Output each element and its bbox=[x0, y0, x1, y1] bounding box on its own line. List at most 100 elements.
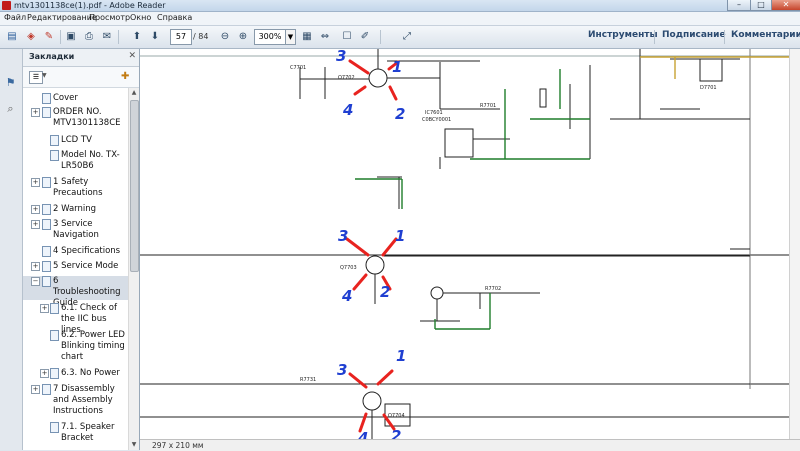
navigation-rail: ⚑ ⌕ bbox=[0, 49, 23, 450]
part-label: R7731 bbox=[300, 377, 316, 383]
bookmark-item[interactable]: 7.1. Speaker Bracket bbox=[23, 422, 129, 446]
tools-pane-button[interactable]: Инструменты bbox=[588, 30, 658, 40]
menu-view[interactable]: Просмотр bbox=[89, 13, 130, 22]
bookmark-page-icon bbox=[42, 107, 51, 118]
bookmarks-icon[interactable]: ⚑ bbox=[4, 76, 17, 90]
zoom-in-icon[interactable]: ⊕ bbox=[236, 29, 250, 44]
separator bbox=[380, 30, 381, 44]
maximize-button[interactable]: □ bbox=[750, 0, 772, 11]
expand-icon[interactable]: + bbox=[31, 108, 40, 117]
prev-page-icon[interactable]: ⬆ bbox=[130, 29, 144, 44]
bookmark-item[interactable]: + 1 Safety Precautions bbox=[23, 177, 129, 201]
bookmark-page-icon bbox=[50, 150, 59, 161]
bookmark-page-icon bbox=[50, 303, 59, 314]
window-title: mtv1301138ce(1).pdf - Adobe Reader bbox=[14, 1, 166, 10]
expand-icon[interactable]: + bbox=[31, 262, 40, 271]
comment-icon[interactable]: ☐ bbox=[340, 29, 354, 44]
pin-label-3: 3 bbox=[337, 361, 347, 379]
pin-label-1: 1 bbox=[395, 227, 405, 245]
bookmark-item-selected[interactable]: − 6 Troubleshooting Guide bbox=[23, 276, 129, 308]
attachments-icon[interactable]: ⌕ bbox=[4, 102, 17, 116]
bookmark-item[interactable]: Cover bbox=[23, 93, 129, 105]
document-view[interactable]: 3 1 4 2 3 1 4 2 3 1 4 2 IC7601 C0BCY0001… bbox=[140, 49, 800, 439]
new-bookmark-icon[interactable]: ✚ bbox=[121, 71, 129, 82]
expand-icon[interactable]: + bbox=[40, 369, 49, 378]
expand-icon[interactable]: ⤢ bbox=[400, 29, 414, 44]
sign-pane-button[interactable]: Подписание bbox=[662, 30, 726, 40]
part-label: C7701 bbox=[290, 65, 306, 71]
pin-label-1: 1 bbox=[392, 58, 402, 76]
bookmark-item[interactable]: + 3 Service Navigation bbox=[23, 219, 129, 243]
page-number-input[interactable]: 57 bbox=[170, 29, 192, 45]
bookmark-item[interactable]: 6.2. Power LED Blinking timing chart bbox=[23, 330, 129, 366]
bookmark-item[interactable]: + 5 Service Mode bbox=[23, 261, 129, 273]
bookmark-item[interactable]: + 6.1. Check of the IIC bus lines bbox=[23, 303, 129, 335]
bookmarks-header: Закладки ✕ bbox=[23, 49, 139, 67]
comments-pane-button[interactable]: Комментарии bbox=[731, 30, 800, 40]
separator bbox=[654, 30, 655, 44]
email-icon[interactable]: ✉ bbox=[100, 29, 114, 44]
collapse-icon[interactable]: − bbox=[31, 277, 40, 286]
zoom-dropdown-icon[interactable]: ▼ bbox=[285, 29, 296, 45]
options-menu-icon[interactable]: ☰ bbox=[29, 71, 43, 84]
open-icon[interactable]: ▤ bbox=[5, 29, 19, 44]
menu-window[interactable]: Окно bbox=[130, 13, 151, 22]
bookmarks-scrollbar[interactable]: ▲ ▼ bbox=[128, 88, 139, 450]
minimize-button[interactable]: – bbox=[727, 0, 751, 11]
bookmark-item[interactable]: 4 Specifications bbox=[23, 246, 129, 258]
bookmark-page-icon bbox=[42, 93, 51, 104]
menu-file[interactable]: Файл bbox=[4, 13, 26, 22]
zoom-out-icon[interactable]: ⊖ bbox=[218, 29, 232, 44]
bookmark-item[interactable]: + 2 Warning bbox=[23, 204, 129, 216]
menu-help[interactable]: Справка bbox=[157, 13, 192, 22]
separator bbox=[60, 30, 61, 44]
bookmark-page-icon bbox=[42, 276, 51, 287]
part-label: IC7601 bbox=[425, 110, 443, 116]
expand-icon[interactable]: + bbox=[31, 178, 40, 187]
expand-icon[interactable]: + bbox=[31, 205, 40, 214]
bookmark-item[interactable]: + 7 Disassembly and Assembly Instruction… bbox=[23, 384, 129, 420]
expand-icon[interactable]: + bbox=[40, 304, 49, 313]
document-scrollbar[interactable] bbox=[789, 49, 800, 439]
pin-label-4: 4 bbox=[342, 101, 353, 119]
menu-edit[interactable]: Редактирование bbox=[27, 13, 97, 22]
menu-bar: Файл Редактирование Просмотр Окно Справк… bbox=[0, 12, 800, 26]
edit-icon[interactable]: ✎ bbox=[42, 29, 56, 44]
status-bar: 297 x 210 мм bbox=[140, 439, 800, 451]
close-panel-icon[interactable]: ✕ bbox=[128, 51, 136, 61]
part-label: Q7704 bbox=[388, 413, 405, 419]
options-chevron-icon[interactable]: ▼ bbox=[42, 72, 47, 79]
page-size-label: 297 x 210 мм bbox=[152, 441, 204, 450]
separator bbox=[118, 30, 119, 44]
scroll-down-icon[interactable]: ▼ bbox=[129, 440, 139, 450]
bookmark-page-icon bbox=[42, 219, 51, 230]
bookmark-page-icon bbox=[42, 261, 51, 272]
fit-page-icon[interactable]: ▦ bbox=[300, 29, 314, 44]
pin-label-2: 2 bbox=[391, 427, 401, 439]
next-page-icon[interactable]: ⬇ bbox=[148, 29, 162, 44]
scrollbar-thumb[interactable] bbox=[130, 100, 139, 272]
scroll-up-icon[interactable]: ▲ bbox=[129, 88, 139, 98]
expand-icon[interactable]: + bbox=[31, 220, 40, 229]
pin-label-1: 1 bbox=[396, 347, 406, 365]
bookmark-page-icon bbox=[50, 135, 59, 146]
bookmark-item[interactable]: LCD TV bbox=[23, 135, 129, 147]
save-icon[interactable]: ▣ bbox=[64, 29, 78, 44]
highlight-icon[interactable]: ✐ bbox=[358, 29, 372, 44]
bookmark-item[interactable]: + 6.3. No Power bbox=[23, 368, 129, 380]
create-pdf-icon[interactable]: ◈ bbox=[24, 29, 38, 44]
pin-label-3: 3 bbox=[338, 227, 348, 245]
bookmark-item[interactable]: + ORDER NO. MTV1301138CE bbox=[23, 107, 129, 131]
pin-label-2: 2 bbox=[395, 105, 405, 123]
bookmarks-title: Закладки bbox=[29, 52, 75, 61]
part-label: Q7703 bbox=[340, 265, 357, 271]
schematic-drawing: 3 1 4 2 3 1 4 2 3 1 4 2 IC7601 C0BCY0001… bbox=[140, 49, 800, 439]
expand-icon[interactable]: + bbox=[31, 385, 40, 394]
fit-width-icon[interactable]: ⇔ bbox=[318, 29, 332, 44]
print-icon[interactable]: ⎙ bbox=[82, 29, 96, 44]
zoom-input[interactable]: 300% bbox=[254, 29, 286, 45]
pin-label-4: 4 bbox=[357, 429, 368, 439]
close-button[interactable]: ✕ bbox=[771, 0, 800, 11]
bookmark-item[interactable]: Model No. TX-LR50B6 bbox=[23, 150, 129, 174]
page-total: / 84 bbox=[193, 32, 209, 41]
